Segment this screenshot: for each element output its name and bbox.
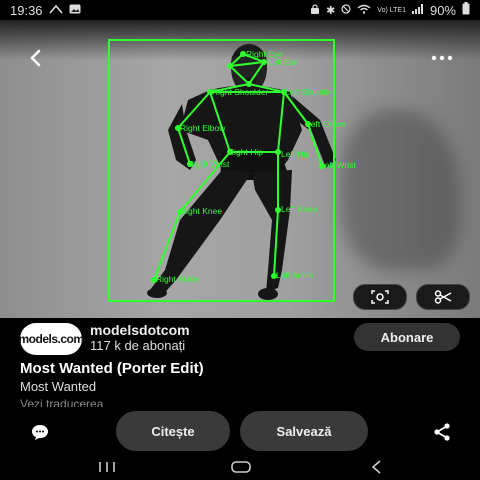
label-left-wrist: Left Wrist xyxy=(320,160,356,170)
label-left-hip: Left Hip xyxy=(281,149,311,159)
translate-link[interactable]: Vezi traducerea xyxy=(20,397,103,407)
label-right-hip: Right Hip xyxy=(228,147,263,157)
network-type: Vo) LTE1 xyxy=(377,6,406,14)
system-back-icon xyxy=(371,460,381,474)
lock-icon xyxy=(310,3,320,17)
label-right-ankle: Right Ankle xyxy=(156,274,199,284)
channel-row: models.com modelsdotcom 117 k de abonați… xyxy=(0,320,480,356)
scissors-button[interactable] xyxy=(416,284,470,310)
pose-figure: Right Eye Left Ear Right Shoulder Left S… xyxy=(0,20,480,302)
home-button[interactable] xyxy=(230,460,252,474)
signal-icon xyxy=(411,3,424,17)
home-icon xyxy=(231,461,251,473)
label-right-shoulder: Right Shoulder xyxy=(212,87,268,97)
pose-image[interactable]: Right Eye Left Ear Right Shoulder Left S… xyxy=(0,20,480,318)
visual-search-button[interactable] xyxy=(353,284,407,310)
video-subtitle: Most Wanted xyxy=(20,379,97,394)
action-bar: Citește Salvează xyxy=(0,408,480,454)
channel-name[interactable]: modelsdotcom xyxy=(90,322,190,338)
system-back-button[interactable] xyxy=(366,460,388,474)
more-options-button[interactable] xyxy=(428,44,456,72)
recent-apps-button[interactable] xyxy=(96,460,118,474)
battery-percent: 90% xyxy=(429,2,456,18)
clock: 19:36 xyxy=(10,2,43,18)
image-notification-icon xyxy=(69,4,81,17)
label-right-wrist: Right Wrist xyxy=(188,159,230,169)
recent-apps-icon xyxy=(99,462,115,472)
more-options-icon xyxy=(431,55,453,61)
bluetooth-icon: ✱ xyxy=(326,4,336,17)
scissors-icon xyxy=(434,290,452,304)
label-left-ear: Left Ear xyxy=(268,57,298,67)
comment-button[interactable] xyxy=(26,418,54,446)
label-left-elbow: Left Elbow xyxy=(306,119,347,129)
mute-icon xyxy=(341,3,351,17)
back-button[interactable] xyxy=(22,44,50,72)
visual-search-icon xyxy=(371,290,389,304)
battery-icon xyxy=(462,2,470,18)
subscriber-count: 117 k de abonați xyxy=(90,338,186,353)
share-button[interactable] xyxy=(428,418,456,446)
back-arrow-icon xyxy=(30,49,41,67)
system-nav-bar xyxy=(0,454,480,480)
read-button[interactable]: Citește xyxy=(116,411,230,451)
save-button[interactable]: Salvează xyxy=(240,411,368,451)
wifi-icon xyxy=(357,4,371,17)
channel-avatar[interactable]: models.com xyxy=(18,323,84,355)
share-icon xyxy=(434,423,450,441)
subscribe-button[interactable]: Abonare xyxy=(354,323,460,351)
video-title: Most Wanted (Porter Edit) xyxy=(20,360,204,377)
label-right-knee: Right Knee xyxy=(180,206,222,216)
label-left-ankle: Left Ankle xyxy=(276,270,314,280)
label-left-knee: Left Knee xyxy=(281,204,318,214)
label-left-shoulder: Left Shoulder xyxy=(285,87,336,97)
label-right-elbow: Right Elbow xyxy=(180,123,226,133)
notification-icon xyxy=(48,4,63,17)
comment-icon xyxy=(32,425,48,440)
status-bar: 19:36 ✱ Vo) LTE1 90% xyxy=(0,0,480,20)
